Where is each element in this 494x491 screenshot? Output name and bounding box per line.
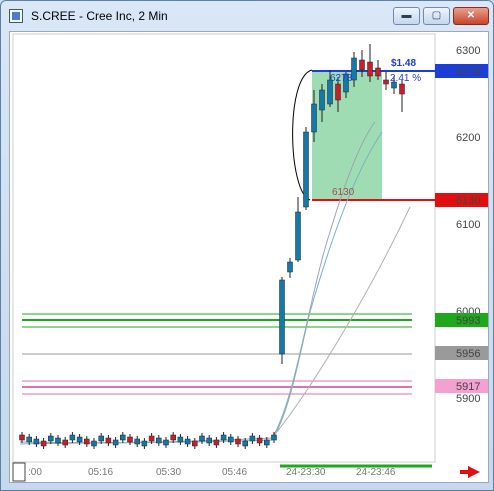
candle-body (192, 440, 198, 447)
price-tick: 6100 (456, 219, 480, 231)
price-tick: 6200 (456, 132, 480, 144)
chart-area[interactable]: $1.48 2.41 % 6278 6130 6300 6200 6100 60… (9, 31, 489, 483)
candle-body (375, 67, 381, 77)
candle-body (127, 436, 133, 443)
candle-body (148, 435, 155, 442)
candle-body (40, 440, 47, 447)
candle-body (134, 438, 140, 445)
time-tick: 05:46 (222, 467, 247, 478)
price-label-pink: 5917 (456, 381, 480, 393)
candle-body (55, 437, 61, 444)
candle-body (242, 440, 248, 447)
candle-body (256, 437, 263, 444)
candle-body (26, 436, 32, 443)
candle-body (213, 439, 220, 446)
candle-body (228, 436, 234, 443)
candle-body (112, 439, 119, 446)
time-tick: 05:30 (156, 467, 181, 478)
chart-window: S.CREE - Cree Inc, 2 Min ▬ ▢ ✕ $1.48 2.4… (0, 0, 494, 491)
candle-body (220, 434, 227, 441)
candle-body (335, 83, 341, 101)
candle-body (156, 437, 162, 444)
candle-body (98, 435, 104, 442)
time-tick: 05:16 (88, 467, 113, 478)
price-label-stop: 6130 (456, 195, 480, 207)
candle-body (141, 440, 148, 447)
candle-body (271, 434, 277, 441)
gain-percent-label: 2.41 % (390, 73, 421, 84)
candle-body (235, 438, 241, 445)
candle-body (319, 89, 325, 111)
candle-body (120, 434, 126, 441)
candle-body (170, 434, 176, 441)
stop-price-label: 6130 (332, 187, 355, 198)
candle-body (206, 437, 212, 444)
time-tick: 24-23:30 (286, 467, 326, 478)
candle-body (163, 439, 169, 446)
candle-body (311, 103, 317, 133)
candle-body (399, 83, 405, 95)
time-axis: :00 05:16 05:30 05:46 24-23:30 24-23:46 (28, 467, 396, 478)
candle-body (177, 436, 184, 443)
close-button[interactable]: ✕ (453, 7, 489, 25)
candle-body (184, 438, 191, 445)
candle-body (69, 434, 76, 441)
price-label-entry: 6278 (456, 66, 480, 78)
time-tick: :00 (28, 467, 42, 478)
title-bar[interactable]: S.CREE - Cree Inc, 2 Min ▬ ▢ ✕ (1, 1, 493, 31)
candle-body (33, 438, 40, 445)
window-title: S.CREE - Cree Inc, 2 Min (31, 9, 168, 23)
candle-body (105, 437, 112, 444)
price-tick: 5900 (456, 393, 480, 405)
maximize-button[interactable]: ▢ (423, 7, 450, 25)
candle-body (264, 439, 270, 446)
candle-body (76, 436, 83, 443)
candle-body (84, 438, 90, 445)
time-tick: 24-23:46 (356, 467, 396, 478)
candle-body (279, 279, 285, 355)
candle-body (383, 79, 389, 85)
candle-body (19, 434, 25, 441)
candle-body (359, 59, 365, 71)
price-label-gray: 5956 (456, 348, 480, 360)
scroll-right-arrow-icon[interactable] (460, 466, 480, 478)
price-tick: 6300 (456, 45, 480, 57)
candle-body (303, 131, 309, 208)
candle-body (351, 57, 357, 81)
candle-body (367, 61, 373, 77)
candle-body (249, 435, 256, 442)
candle-body (295, 211, 301, 261)
app-icon (9, 9, 23, 23)
candle-body (287, 261, 293, 273)
minimize-button[interactable]: ▬ (393, 7, 420, 25)
candle-body (91, 440, 97, 447)
scroll-box[interactable] (12, 462, 26, 482)
chart-canvas[interactable]: $1.48 2.41 % 6278 6130 6300 6200 6100 60… (10, 32, 488, 482)
candle-body (48, 435, 54, 442)
candle-body (199, 435, 205, 442)
gain-amount-label: $1.48 (391, 58, 416, 69)
entry-price-label: 6278 (330, 73, 353, 84)
price-label-green: 5993 (456, 315, 480, 327)
candle-body (62, 439, 68, 446)
